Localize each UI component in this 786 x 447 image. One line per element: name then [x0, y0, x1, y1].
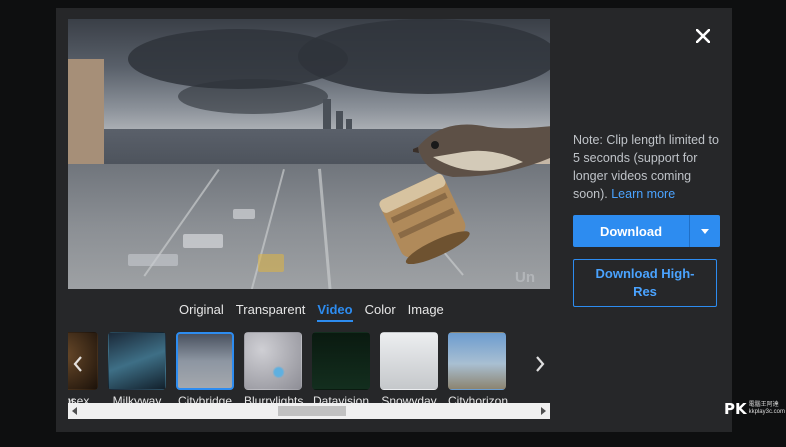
preview-car: [183, 234, 223, 248]
thumbnails-prev-button[interactable]: [68, 349, 88, 379]
close-button[interactable]: [693, 26, 713, 46]
scrollbar-thumb[interactable]: [278, 406, 346, 416]
preview-cloud: [298, 19, 550, 94]
triangle-left-icon: [72, 407, 77, 415]
site-logo: PK 電腦王阿達 kkplay3c.com: [724, 400, 785, 418]
thumbnail-milkyway[interactable]: Milkyway: [108, 332, 166, 408]
tab-transparent[interactable]: Transparent: [230, 301, 312, 318]
video-preview: Un: [68, 19, 550, 289]
download-hires-button[interactable]: Download High-Res: [573, 259, 717, 307]
scroll-left-button[interactable]: [68, 403, 82, 419]
chevron-left-icon: [73, 356, 82, 372]
tab-video[interactable]: Video: [311, 301, 358, 322]
output-tabs: Original Transparent Video Color Image: [173, 301, 450, 322]
learn-more-link[interactable]: Learn more: [611, 187, 675, 201]
logo-mark: PK: [724, 400, 747, 418]
logo-line2: kkplay3c.com: [748, 409, 785, 415]
triangle-right-icon: [541, 407, 546, 415]
thumbnails-scrollbar[interactable]: [68, 403, 550, 419]
thumbnail-image: [108, 332, 166, 390]
bird-graphic: [413, 124, 550, 177]
thumbnail-blurrylights[interactable]: Blurrylights: [244, 332, 303, 408]
preview-car: [258, 254, 284, 272]
caret-down-icon: [701, 228, 709, 234]
tab-original[interactable]: Original: [173, 301, 230, 318]
preview-car: [128, 254, 178, 266]
thumbnail-image: [176, 332, 234, 390]
clip-length-note: Note: Clip length limited to 5 seconds (…: [573, 131, 723, 203]
thumbnail-datavision[interactable]: Datavision: [312, 332, 370, 408]
logo-text: 電腦王阿達 kkplay3c.com: [749, 402, 785, 416]
scroll-right-button[interactable]: [536, 403, 550, 419]
tab-image[interactable]: Image: [402, 301, 450, 318]
download-button[interactable]: Download: [573, 215, 689, 247]
thumbnail-image: [448, 332, 506, 390]
preview-cloud: [178, 79, 328, 114]
close-icon: [696, 29, 710, 43]
watermark: Un: [515, 269, 535, 286]
thumbnail-cityhorizon[interactable]: Cityhorizon: [448, 332, 508, 408]
thumbnail-snowyday[interactable]: Snowyday: [380, 332, 438, 408]
logo-line1: 電腦王阿達: [748, 402, 779, 408]
thumbnail-image: [244, 332, 302, 390]
chevron-right-icon: [536, 356, 545, 372]
thumbnail-image: [312, 332, 370, 390]
preview-building: [68, 59, 104, 169]
thumbnails-next-button[interactable]: [530, 349, 550, 379]
tab-color[interactable]: Color: [359, 301, 402, 318]
download-options-button[interactable]: [689, 215, 720, 247]
thumbnail-image: [380, 332, 438, 390]
thumbnail-citybridge[interactable]: Citybridge: [176, 332, 234, 408]
preview-car: [233, 209, 255, 219]
